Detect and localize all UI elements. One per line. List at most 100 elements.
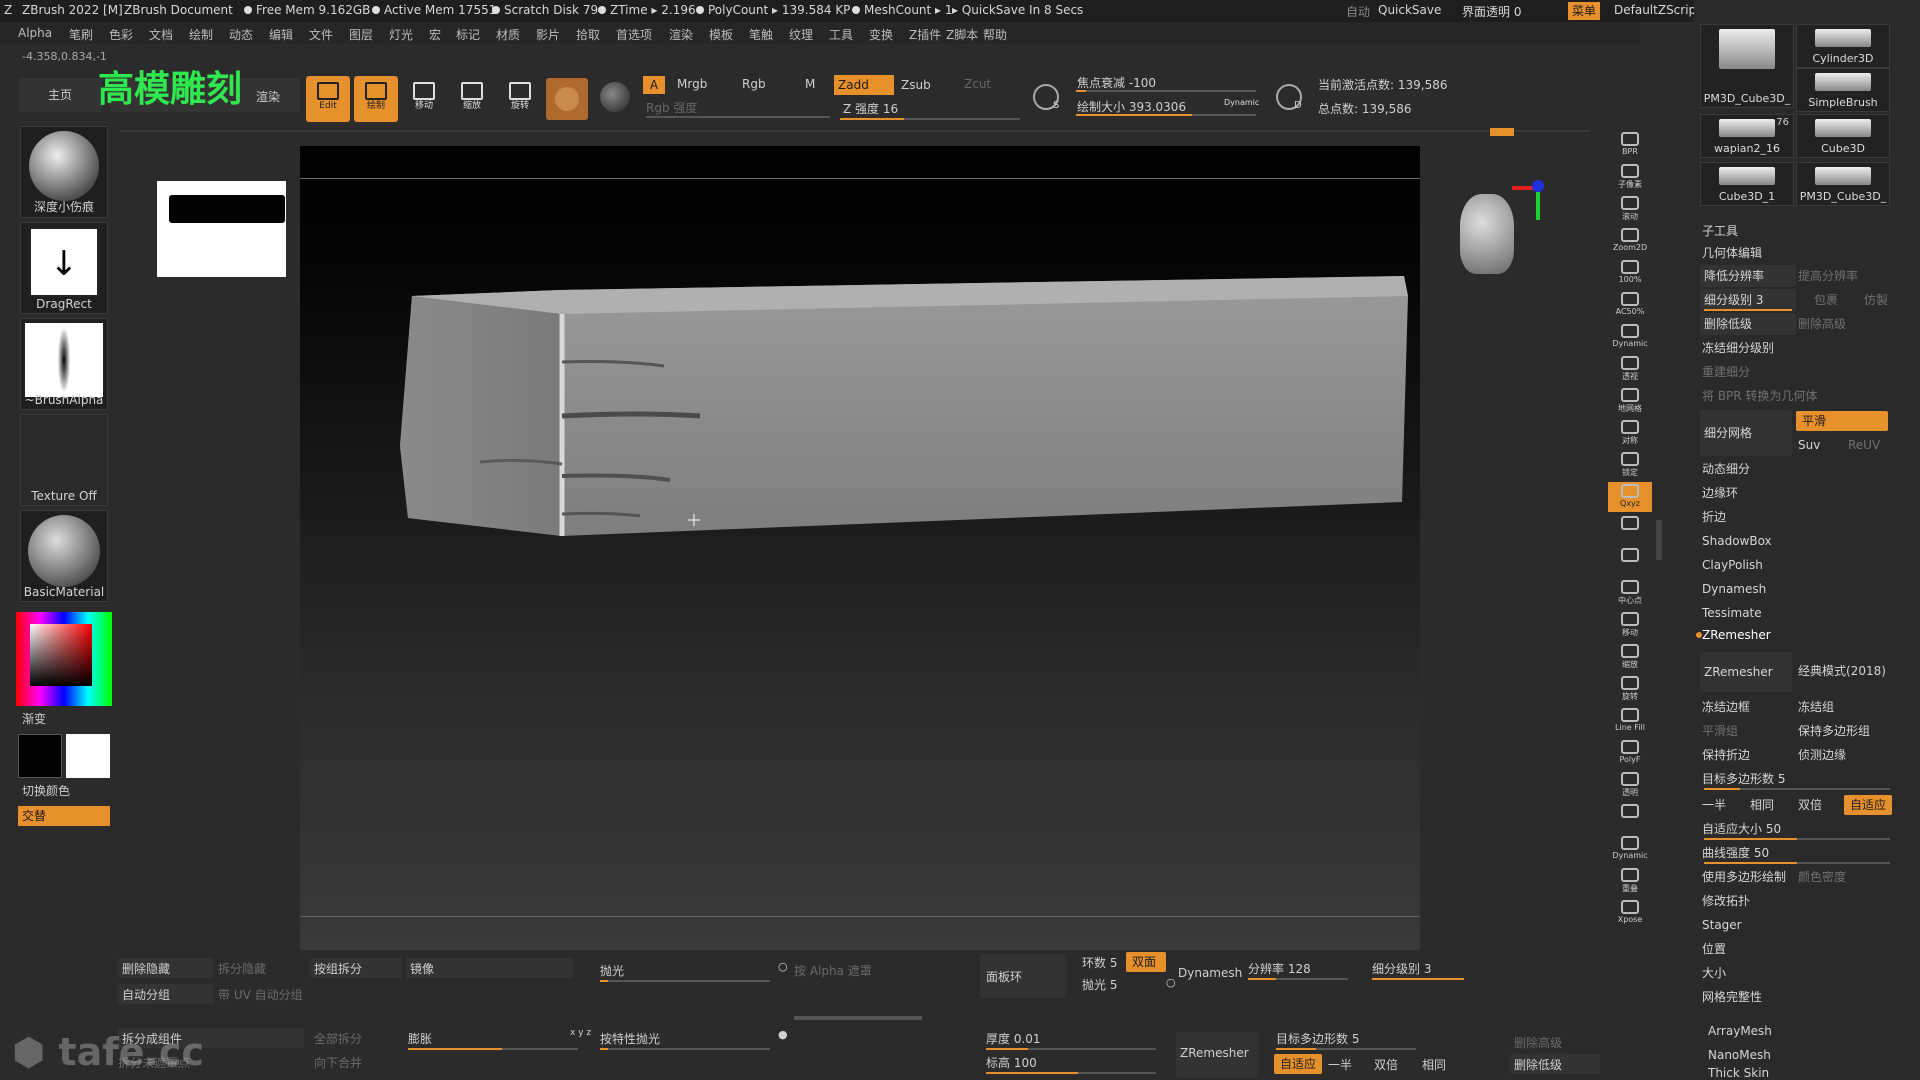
menu-item[interactable]: 模板 [709, 26, 733, 43]
menu-item[interactable]: 材质 [496, 26, 520, 43]
legacy-button[interactable]: 经典模式(2018) [1798, 660, 1886, 682]
view-tool-button[interactable]: Dynamic [1608, 834, 1652, 864]
nanomesh-section[interactable]: NanoMesh [1708, 1044, 1771, 1066]
zadd-button[interactable]: Zadd [834, 75, 894, 95]
all-split-button[interactable]: 全部拆分 [314, 1030, 362, 1047]
double-sided-toggle[interactable]: 双面 [1126, 952, 1166, 972]
feature-polish-icon[interactable]: ● [778, 1028, 788, 1041]
bpr-to-geo-button[interactable]: 将 BPR 转换为几何体 [1702, 385, 1817, 407]
move-button[interactable]: 移动 [402, 76, 446, 122]
dynamesh-button[interactable]: Dynamesh [1178, 966, 1242, 980]
menu-item[interactable]: 纹理 [789, 26, 813, 43]
inflate-slider[interactable]: 膨胀 [408, 1030, 432, 1047]
menu-item[interactable]: Z插件 [909, 26, 941, 43]
divide-button[interactable]: 细分网格 [1700, 410, 1792, 456]
zremesher-section[interactable]: ZRemesher [1702, 624, 1771, 646]
mesh-model[interactable] [300, 146, 1420, 950]
crease-section[interactable]: 折边 [1702, 506, 1726, 528]
material-swatch-button[interactable] [546, 78, 588, 120]
by-alpha-mask-button[interactable]: 按 Alpha 遮罩 [794, 962, 872, 979]
sdiv-bottom-track[interactable] [1372, 978, 1464, 980]
curve-strength-slider[interactable]: 曲线强度 50 [1702, 842, 1769, 864]
geometry-header[interactable]: 几何体编辑 [1702, 242, 1762, 264]
view-tool-button[interactable] [1608, 802, 1652, 832]
ui-transparency-slider[interactable]: 界面透明 0 [1462, 3, 1521, 20]
target-poly-bottom-slider[interactable]: 目标多边形数 5 [1276, 1030, 1359, 1047]
keep-creases-toggle[interactable]: 保持折边 [1702, 744, 1750, 766]
menu-item[interactable]: 工具 [829, 26, 853, 43]
a-button[interactable]: A [643, 76, 665, 94]
resolution-slider[interactable]: 分辨率 128 [1248, 960, 1311, 977]
draw-button[interactable]: 绘制 [354, 76, 398, 122]
reconstruct-subdiv-button[interactable]: 重建细分 [1702, 361, 1750, 383]
half-button[interactable]: 一半 [1702, 794, 1726, 816]
loops-slider[interactable]: 环数 5 [1082, 954, 1117, 971]
menu-toggle-button[interactable]: 菜单 [1568, 2, 1600, 20]
del-lower-bottom-button[interactable]: 删除低级 [1510, 1054, 1600, 1074]
view-tool-button[interactable] [1608, 546, 1652, 576]
z-intensity-track[interactable] [840, 118, 1020, 120]
tool-thumbnail[interactable]: PM3D_Cube3D_ [1796, 162, 1890, 206]
canvas-viewport[interactable] [300, 146, 1544, 950]
view-tool-button[interactable]: 锁定 [1608, 450, 1652, 480]
double-button[interactable]: 双倍 [1798, 794, 1822, 816]
detect-edges-toggle[interactable]: 侦测边缘 [1798, 744, 1846, 766]
thickness-track[interactable] [986, 1048, 1156, 1050]
rstr-button[interactable]: 仿製 [1864, 289, 1888, 311]
menu-item[interactable]: 首选项 [616, 26, 652, 43]
auto-groups-button[interactable]: 自动分组 [118, 984, 214, 1004]
target-polycount-slider[interactable]: 目标多边形数 5 [1702, 768, 1785, 790]
polish-loops-slider[interactable]: 抛光 5 [1082, 976, 1117, 993]
shadowbox-section[interactable]: ShadowBox [1702, 530, 1772, 552]
tool-thumbnail[interactable]: SimpleBrush [1796, 68, 1890, 112]
focal-shift-slider[interactable]: 焦点衰减 -100 [1077, 74, 1156, 91]
mirror-button[interactable]: 镜像 [406, 958, 574, 978]
rgb-intensity-track[interactable] [646, 116, 830, 118]
stroke-button[interactable]: ↓ DragRect [20, 222, 108, 314]
menu-item[interactable]: 渲染 [669, 26, 693, 43]
menu-item[interactable]: 笔触 [749, 26, 773, 43]
split-hidden-button[interactable]: 拆分隐藏 [218, 960, 266, 977]
view-tool-button[interactable]: Zoom2D [1608, 226, 1652, 256]
same-bottom-button[interactable]: 相同 [1422, 1056, 1446, 1073]
material-button[interactable]: BasicMaterial [20, 510, 108, 602]
texture-button[interactable]: Texture Off [20, 414, 108, 506]
keep-groups-toggle[interactable]: 保持多边形组 [1798, 720, 1870, 742]
bottom-divider-handle[interactable] [794, 1016, 922, 1020]
menu-item[interactable]: 色彩 [109, 26, 133, 43]
adapt-size-track[interactable] [1704, 838, 1890, 840]
freeze-border-toggle[interactable]: 冻结边框 [1702, 696, 1750, 718]
zcut-button[interactable]: Zcut [964, 77, 991, 91]
arraymesh-section[interactable]: ArrayMesh [1708, 1020, 1772, 1042]
curve-strength-track[interactable] [1704, 862, 1890, 864]
view-tool-button[interactable]: 旋转 [1608, 674, 1652, 704]
tool-thumbnail[interactable]: wapian2_16 76 [1700, 114, 1794, 158]
del-lower-button[interactable]: 删除低级 [1700, 313, 1796, 335]
view-tool-button[interactable] [1608, 514, 1652, 544]
menu-item[interactable]: 笔刷 [69, 26, 93, 43]
render-tab-label[interactable]: 渲染 [256, 88, 280, 105]
alpha-button[interactable]: ~BrushAlpha [20, 318, 108, 410]
claypolish-section[interactable]: ClayPolish [1702, 554, 1763, 576]
panel-splitter[interactable] [1656, 520, 1662, 560]
thickskin-section[interactable]: Thick Skin [1708, 1066, 1769, 1080]
view-tool-button[interactable]: 滚动 [1608, 194, 1652, 224]
view-tool-button[interactable]: 重叠 [1608, 866, 1652, 896]
tool-thumbnail[interactable]: Cube3D_1 [1700, 162, 1794, 206]
view-tool-button[interactable]: 移动 [1608, 610, 1652, 640]
rotate-button[interactable]: 旋转 [498, 76, 542, 122]
menu-item[interactable]: 图层 [349, 26, 373, 43]
nav-head-icon[interactable] [1460, 194, 1514, 274]
dynamic-toggle[interactable]: Dynamic [1224, 98, 1259, 107]
view-tool-button[interactable]: 中心点 [1608, 578, 1652, 608]
dynamic-subdiv-section[interactable]: 动态细分 [1702, 458, 1750, 480]
scale-button[interactable]: 缩放 [450, 76, 494, 122]
polish-toggle-icon[interactable]: ○ [778, 960, 788, 973]
menu-item[interactable]: 灯光 [389, 26, 413, 43]
del-higher-button[interactable]: 删除高级 [1798, 313, 1846, 335]
tool-thumbnail[interactable]: Cylinder3D [1796, 24, 1890, 68]
view-tool-button[interactable]: 100% [1608, 258, 1652, 288]
view-tool-button[interactable]: AC50% [1608, 290, 1652, 320]
menu-item[interactable]: 影片 [536, 26, 560, 43]
draw-size-slider[interactable]: 绘制大小 393.0306 [1077, 98, 1186, 115]
